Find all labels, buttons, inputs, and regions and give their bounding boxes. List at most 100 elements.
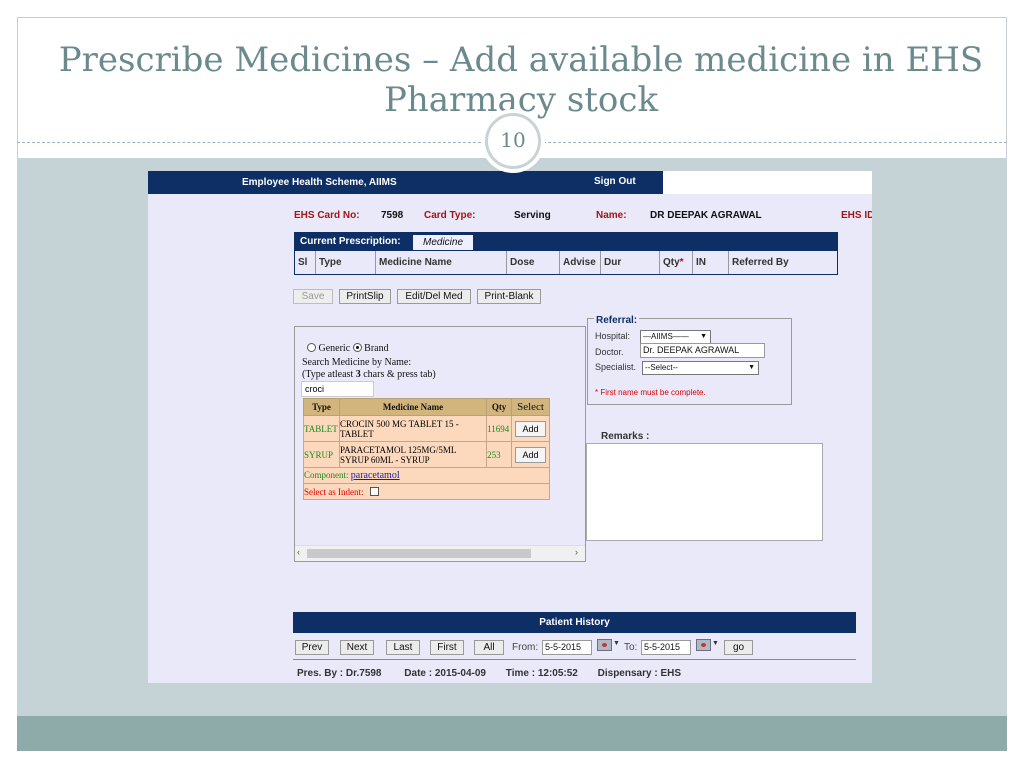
indent-label: Select as Indent:	[304, 486, 364, 497]
sign-out-link[interactable]: Sign Out	[594, 171, 663, 194]
hospital-select[interactable]: —AIIMS—— ▼	[640, 330, 711, 344]
indent-checkbox[interactable]	[369, 486, 379, 496]
name-value: DR DEEPAK AGRAWAL	[650, 210, 762, 221]
col-dur: Dur	[600, 251, 659, 274]
first-button[interactable]: First	[430, 640, 464, 655]
brand-label: Brand	[364, 343, 389, 354]
generic-label: Generic	[318, 343, 351, 354]
referral-panel: Referral: Hospital: —AIIMS—— ▼ Doctor. Dr…	[587, 315, 792, 405]
print-blank-button[interactable]: Print-Blank	[477, 289, 541, 304]
col-type: Type	[315, 251, 375, 274]
table-row: SYRUP PARACETAMOL 125MG/5ML SYRUP 60ML -…	[303, 441, 550, 468]
to-date-input[interactable]: 5-5-2015	[641, 640, 691, 655]
add-medicine-button[interactable]: Add	[515, 420, 547, 437]
col-in: IN	[692, 251, 728, 274]
calendar-icon[interactable]	[597, 639, 612, 651]
to-label: To:	[624, 642, 638, 653]
history-toolbar: Prev Next Last First All From: 5-5-2015 …	[293, 633, 856, 660]
referral-note: * First name must be complete.	[595, 388, 706, 397]
table-row: TABLET CROCIN 500 MG TABLET 15 - TABLET …	[303, 415, 550, 442]
specialist-label: Specialist.	[595, 362, 637, 372]
ehs-id-label: EHS ID	[841, 210, 872, 221]
prescription-columns: Sl Type Medicine Name Dose Advise Dur Qt…	[295, 251, 837, 274]
col-advise: Advise	[559, 251, 600, 274]
prescription-title: Current Prescription:	[300, 236, 401, 247]
results-header-type: Type	[303, 398, 340, 416]
specialist-value: --Select--	[645, 363, 678, 372]
add-medicine-button[interactable]: Add	[515, 446, 547, 463]
remarks-label: Remarks :	[601, 431, 650, 442]
chevron-down-icon: ▼	[748, 364, 755, 371]
history-date: Date : 2015-04-09	[404, 668, 486, 679]
footer-band	[17, 716, 1007, 751]
col-sl: Sl	[298, 257, 308, 268]
from-date-input[interactable]: 5-5-2015	[542, 640, 592, 655]
next-button[interactable]: Next	[340, 640, 374, 655]
scroll-left-icon[interactable]: ‹	[297, 547, 300, 557]
medicine-search-content: Generic Brand Search Medicine by Name: (…	[295, 327, 585, 545]
component-link[interactable]: paracetamol	[351, 470, 400, 481]
component-cell: Component: paracetamol	[303, 467, 550, 484]
horizontal-scrollbar[interactable]: ‹ ›	[295, 545, 585, 561]
patient-history-header: Patient History	[293, 612, 856, 633]
medicine-search-panel: Generic Brand Search Medicine by Name: (…	[294, 326, 586, 562]
tab-medicine[interactable]: Medicine	[413, 235, 473, 250]
result-medicine-name: CROCIN 500 MG TABLET 15 - TABLET	[338, 415, 488, 442]
ehs-card-label: EHS Card No:	[294, 210, 360, 221]
go-button[interactable]: go	[724, 640, 753, 655]
current-prescription-panel: Current Prescription: Medicine Sl Type M…	[294, 232, 838, 275]
chevron-down-icon: ▼	[700, 333, 707, 340]
result-medicine-name: PARACETAMOL 125MG/5ML SYRUP 60ML - SYRUP	[338, 441, 488, 468]
chevron-down-icon[interactable]: ▼	[613, 640, 620, 647]
medicine-search-input[interactable]: croci	[301, 381, 374, 397]
search-instruction: Search Medicine by Name:	[302, 357, 412, 368]
print-slip-button[interactable]: PrintSlip	[339, 289, 391, 304]
specialist-select[interactable]: --Select-- ▼	[642, 361, 759, 375]
search-type-radios: Generic Brand	[307, 343, 389, 354]
hospital-value: —AIIMS——	[643, 332, 689, 341]
remarks-textarea[interactable]	[586, 443, 823, 541]
referral-legend: Referral:	[594, 315, 640, 326]
chevron-down-icon[interactable]: ▼	[712, 640, 719, 647]
doctor-label: Doctor.	[595, 347, 624, 357]
app-brand: Employee Health Scheme, AIIMS	[148, 171, 663, 194]
results-header-medicine-name: Medicine Name	[338, 398, 488, 416]
calendar-icon[interactable]	[696, 639, 711, 651]
name-label: Name:	[596, 210, 627, 221]
results-header-select: Select	[511, 398, 550, 416]
col-referred-by: Referred By	[728, 251, 837, 274]
medicine-results-table: Type Medicine Name Qty Select TABLET CRO…	[303, 398, 550, 500]
results-header-row: Type Medicine Name Qty Select	[303, 398, 550, 416]
result-type: TABLET	[303, 415, 340, 442]
result-qty: 253	[486, 441, 513, 468]
card-type-value: Serving	[514, 210, 551, 221]
edit-del-med-button[interactable]: Edit/Del Med	[397, 289, 471, 304]
indent-cell: Select as Indent:	[303, 483, 550, 500]
save-button[interactable]: Save	[293, 289, 333, 304]
scrollbar-thumb[interactable]	[307, 549, 531, 558]
slide-title: Prescribe Medicines – Add available medi…	[58, 40, 984, 120]
prescription-header: Current Prescription: Medicine	[295, 233, 837, 251]
card-type-label: Card Type:	[424, 210, 476, 221]
scroll-right-icon[interactable]: ›	[575, 547, 578, 557]
col-qty: Qty*	[659, 251, 692, 274]
col-medicine-name: Medicine Name	[375, 251, 506, 274]
search-hint: (Type atleast 3 chars & press tab)	[302, 369, 436, 380]
doctor-field[interactable]: Dr. DEEPAK AGRAWAL	[640, 343, 765, 358]
app-screenshot: Employee Health Scheme, AIIMS Sign Out E…	[148, 171, 872, 683]
results-header-qty: Qty	[486, 398, 513, 416]
component-label: Component:	[304, 470, 349, 480]
slide-number: 10	[485, 113, 541, 169]
last-button[interactable]: Last	[386, 640, 420, 655]
prev-button[interactable]: Prev	[295, 640, 329, 655]
brand-radio[interactable]	[352, 343, 362, 352]
component-row: Component: paracetamol	[303, 467, 550, 484]
all-button[interactable]: All	[474, 640, 504, 655]
app-topbar: Employee Health Scheme, AIIMS Sign Out	[148, 171, 872, 194]
prescribed-by: Pres. By : Dr.7598	[297, 668, 382, 679]
from-label: From:	[512, 642, 539, 653]
indent-row: Select as Indent:	[303, 483, 550, 500]
generic-radio[interactable]	[307, 343, 316, 352]
hospital-label: Hospital:	[595, 331, 631, 341]
history-time: Time : 12:05:52	[505, 668, 578, 679]
